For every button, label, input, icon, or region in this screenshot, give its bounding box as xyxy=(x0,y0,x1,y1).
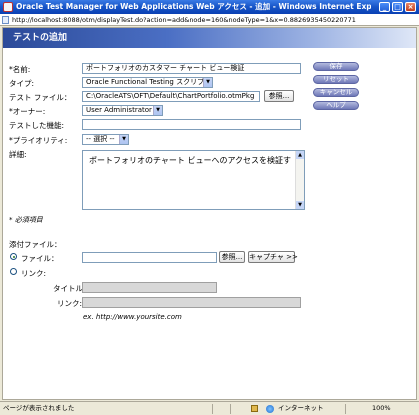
cancel-button[interactable]: キャンセル xyxy=(313,88,359,97)
page-header: テストの追加 xyxy=(3,28,416,48)
window-titlebar[interactable]: Oracle Test Manager for Web Applications… xyxy=(0,0,419,14)
feature-label: テストした機能: xyxy=(9,121,65,130)
save-button[interactable]: 保存 xyxy=(313,62,359,71)
status-divider xyxy=(345,404,346,414)
ie-icon xyxy=(3,2,13,12)
detail-textarea[interactable]: ポートフォリオのチャート ビューへのアクセスを検証す ▲ ▼ xyxy=(82,150,305,210)
attachment-section-label: 添付ファイル： xyxy=(9,240,62,249)
attachment-link-label: リンク: xyxy=(21,269,47,278)
testfile-input[interactable]: C:\OracleATS\OFT\Default\ChartPortfolio.… xyxy=(82,91,260,102)
attachment-browse-button[interactable]: 参照... xyxy=(219,251,245,263)
name-input[interactable]: ポートフォリオのカスタマー チャート ビュー検証 xyxy=(82,63,301,74)
required-note: * 必須項目 xyxy=(9,216,43,224)
lock-icon xyxy=(251,405,258,412)
address-bar[interactable]: http://localhost:8088/otm/displayTest.do… xyxy=(0,14,419,26)
zoom-level[interactable]: 100% xyxy=(372,402,391,415)
reset-button[interactable]: リセット xyxy=(313,75,359,84)
window-title: Oracle Test Manager for Web Applications… xyxy=(16,2,371,11)
chevron-down-icon[interactable]: ▼ xyxy=(203,78,212,87)
page-icon xyxy=(2,16,9,24)
name-label: *名前: xyxy=(9,65,31,74)
scroll-down-icon[interactable]: ▼ xyxy=(296,201,304,209)
link-url-label: リンク: xyxy=(57,299,83,308)
owner-label: *オーナー: xyxy=(9,107,46,116)
priority-select-value: -- 選択 -- xyxy=(86,135,115,143)
maximize-button[interactable]: □ xyxy=(392,2,403,12)
link-url-input[interactable] xyxy=(82,297,301,308)
feature-input[interactable] xyxy=(82,119,301,130)
chevron-down-icon[interactable]: ▼ xyxy=(119,135,128,144)
scroll-up-icon[interactable]: ▲ xyxy=(296,151,304,159)
close-button[interactable]: × xyxy=(405,2,416,12)
detail-scrollbar[interactable]: ▲ ▼ xyxy=(295,151,304,209)
type-select-value: Oracle Functional Testing スクリプト xyxy=(86,78,212,86)
capture-button[interactable]: キャプチャ >> xyxy=(248,251,298,263)
security-zone: インターネット xyxy=(278,404,324,412)
status-divider xyxy=(230,404,231,414)
status-bar: ページが表示されました インターネット 100% xyxy=(0,401,419,415)
detail-text: ポートフォリオのチャート ビューへのアクセスを検証す xyxy=(89,156,292,165)
status-text: ページが表示されました xyxy=(3,404,75,412)
type-select[interactable]: Oracle Functional Testing スクリプト ▼ xyxy=(82,77,213,88)
globe-icon xyxy=(266,405,274,413)
chevron-down-icon[interactable]: ▼ xyxy=(153,106,162,115)
page-content: テストの追加 *名前: ポートフォリオのカスタマー チャート ビュー検証 タイプ… xyxy=(2,27,417,400)
testfile-label: テスト ファイル： xyxy=(9,93,72,102)
attachment-file-input[interactable] xyxy=(82,252,217,263)
owner-select-value: User Administrator xyxy=(86,106,152,114)
minimize-button[interactable]: _ xyxy=(379,2,390,12)
page-title: テストの追加 xyxy=(13,33,68,43)
link-title-input[interactable] xyxy=(82,282,217,293)
type-label: タイプ: xyxy=(9,79,35,88)
address-url: http://localhost:8088/otm/displayTest.do… xyxy=(12,16,356,24)
priority-label: *プライオリティ: xyxy=(9,136,68,145)
link-example: ex. http://www.yoursite.com xyxy=(83,313,182,321)
attachment-file-radio[interactable] xyxy=(10,253,17,260)
status-divider xyxy=(212,404,213,414)
attachment-link-radio[interactable] xyxy=(10,268,17,275)
attachment-file-label: ファイル： xyxy=(21,254,59,263)
priority-select[interactable]: -- 選択 -- ▼ xyxy=(82,134,129,145)
testfile-browse-button[interactable]: 参照... xyxy=(264,90,294,102)
owner-select[interactable]: User Administrator ▼ xyxy=(82,105,163,116)
detail-label: 詳細: xyxy=(9,150,27,159)
help-button[interactable]: ヘルプ xyxy=(313,101,359,110)
